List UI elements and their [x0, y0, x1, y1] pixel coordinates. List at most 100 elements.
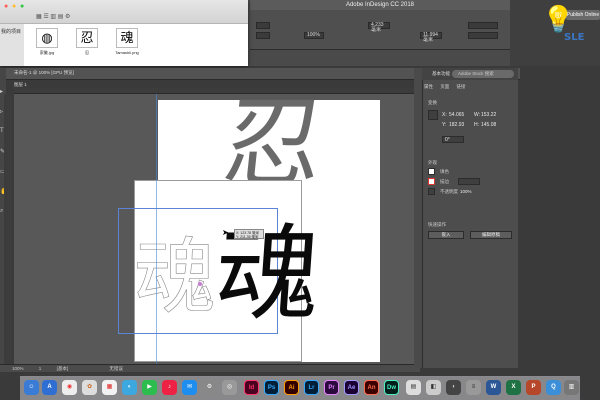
x-field[interactable]: 4.233 毫米 — [368, 22, 390, 33]
photoshop-dock-icon[interactable]: Ps — [264, 380, 279, 395]
preview-icon[interactable]: ◧ — [426, 380, 441, 395]
window-title: Adobe InDesign CC 2018 — [250, 0, 510, 10]
rotation-angle-field[interactable]: 0° — [442, 136, 464, 143]
file-tile-tamashii[interactable]: 魂 Tamashii.png — [114, 28, 140, 55]
y-value[interactable]: 182.93 — [449, 122, 464, 128]
lightroom-dock-icon[interactable]: Lr — [304, 380, 319, 395]
selection-tool-icon[interactable]: ▸ — [0, 88, 3, 95]
finder-toolbar: ● ● ● ▦ ☰ ▥ ▤ ⚙ — [0, 0, 248, 24]
file-name: Tamashii.png — [115, 50, 139, 55]
stroke-weight-field[interactable] — [256, 32, 270, 39]
y-field[interactable]: 11.994 毫米 — [420, 32, 442, 43]
stock-search-input[interactable]: Adobe Stock 搜索 — [452, 70, 514, 78]
file-tile-crest[interactable]: ◍ 家徽.jpg — [34, 28, 60, 56]
text-wrap-icon[interactable] — [468, 32, 498, 39]
chrome-icon[interactable]: ◉ — [62, 380, 77, 395]
nin-thumbnail-icon: 忍 — [76, 28, 98, 48]
app-store-icon[interactable]: A — [42, 380, 57, 395]
collapsed-panel-strip[interactable] — [414, 68, 422, 368]
opacity-icon — [428, 188, 435, 195]
workspace-switcher[interactable]: 基本功能 — [432, 70, 452, 78]
indesign-dock-icon[interactable]: Id — [244, 380, 259, 395]
nin-graphic[interactable]: 忍 — [213, 87, 333, 201]
layer-breadcrumb: 图层 1 — [14, 82, 27, 87]
excel-icon[interactable]: X — [506, 380, 521, 395]
cursor-arrow-icon: ➤ — [222, 228, 229, 237]
section-transform-label: 变换 — [428, 100, 437, 105]
direct-selection-tool-icon[interactable]: ▹ — [0, 108, 3, 115]
terminal-icon[interactable]: › — [446, 380, 461, 395]
sidebar-item-projects[interactable]: 我的项目 — [1, 29, 21, 35]
powerpoint-icon[interactable]: P — [526, 380, 541, 395]
trash-icon[interactable]: ▥ — [564, 380, 579, 395]
calendar-icon[interactable]: ▦ — [102, 380, 117, 395]
messages-icon[interactable]: ◐ — [122, 380, 137, 395]
frame-fitting-icon[interactable] — [468, 22, 498, 29]
h-label: H: — [474, 122, 479, 128]
opacity-label: 不透明度 — [440, 189, 458, 194]
tamashii-graphic[interactable]: 魂 — [194, 213, 342, 335]
file-name: 忍 — [85, 50, 89, 55]
premiere-dock-icon[interactable]: Pr — [324, 380, 339, 395]
word-icon[interactable]: W — [486, 380, 501, 395]
embed-button[interactable]: 嵌入 — [428, 231, 464, 239]
properties-tabs: 属性 页面 链接 — [424, 84, 516, 92]
tab-properties[interactable]: 属性 — [424, 84, 433, 89]
after-effects-dock-icon[interactable]: Ae — [344, 380, 359, 395]
stroke-swatch[interactable] — [428, 178, 435, 185]
anchor-point[interactable] — [198, 282, 202, 286]
finder-file-grid: ◍ 家徽.jpg 忍 忍 魂 Tamashii.png — [24, 24, 248, 66]
minimize-icon[interactable]: ● — [12, 3, 16, 10]
section-appearance-label: 外观 — [428, 160, 437, 165]
tamashii-thumbnail-icon: 魂 — [116, 28, 138, 48]
close-icon[interactable]: ● — [4, 3, 8, 10]
w-value[interactable]: 153.22 — [481, 112, 496, 118]
zoom-tool-icon[interactable]: ⌕ — [0, 208, 3, 215]
quicktime-icon[interactable]: Q — [546, 380, 561, 395]
status-mode[interactable]: [基本] — [57, 366, 69, 371]
status-zoom[interactable]: 100% — [12, 366, 24, 371]
opacity-value[interactable]: 100% — [460, 189, 472, 194]
position-tooltip: X: 123.78 毫米 Y: 211.35 毫米 — [234, 229, 264, 239]
section-quick-actions-label: 快速操作 — [428, 222, 446, 227]
stroke-weight-field[interactable] — [458, 178, 480, 185]
fill-label: 填色 — [440, 169, 449, 174]
document-tab[interactable]: 未命名-1 @ 100% [GPU 预览] — [14, 70, 74, 76]
tab-pages[interactable]: 页面 — [440, 84, 449, 89]
status-page[interactable]: 1 — [39, 366, 42, 371]
finder-sidebar: 我的项目 — [0, 24, 24, 66]
utility-icon[interactable]: ◎ — [222, 380, 237, 395]
finder-icon[interactable]: ☺ — [24, 380, 39, 395]
music-icon[interactable]: ♪ — [162, 380, 177, 395]
w-label: W: — [474, 112, 481, 118]
status-bar: 100% 1 [基本] 无错误 — [0, 364, 420, 372]
tooltip-y: Y: 211.35 毫米 — [236, 235, 259, 239]
view-options-icon[interactable]: ▦ ☰ ▥ ▤ ⚙ — [36, 13, 70, 20]
photos-icon[interactable]: ✿ — [82, 380, 97, 395]
file-tile-nin[interactable]: 忍 忍 — [74, 28, 100, 56]
folder-icon[interactable]: ▤ — [406, 380, 421, 395]
lightbulb-logo-icon: 💡 — [542, 4, 575, 34]
facetime-icon[interactable]: ▶ — [142, 380, 157, 395]
status-errors: 无错误 — [109, 366, 123, 371]
illustrator-dock-icon[interactable]: Ai — [284, 380, 299, 395]
zoom-field[interactable]: 100% — [304, 32, 324, 39]
x-label: X: — [442, 112, 447, 118]
notes-icon[interactable]: ≡ — [466, 380, 481, 395]
fill-swatch[interactable] — [428, 168, 435, 175]
crest-thumbnail-icon: ◍ — [36, 28, 58, 48]
h-value[interactable]: 145.08 — [481, 122, 496, 128]
reference-point-icon[interactable] — [428, 110, 438, 120]
watermark-text: SLE — [564, 32, 585, 43]
x-value[interactable]: 54.065 — [449, 112, 464, 118]
tab-links[interactable]: 链接 — [457, 84, 466, 89]
dreamweaver-dock-icon[interactable]: Dw — [384, 380, 399, 395]
reference-point-icon[interactable] — [256, 22, 270, 29]
stroke-label: 描边 — [440, 179, 449, 184]
vertical-ruler — [4, 94, 12, 364]
system-preferences-icon[interactable]: ⚙ — [202, 380, 217, 395]
animate-dock-icon[interactable]: An — [364, 380, 379, 395]
edit-original-button[interactable]: 编辑原稿 — [470, 231, 512, 239]
mail-icon[interactable]: ✉ — [182, 380, 197, 395]
zoom-icon[interactable]: ● — [20, 3, 24, 10]
